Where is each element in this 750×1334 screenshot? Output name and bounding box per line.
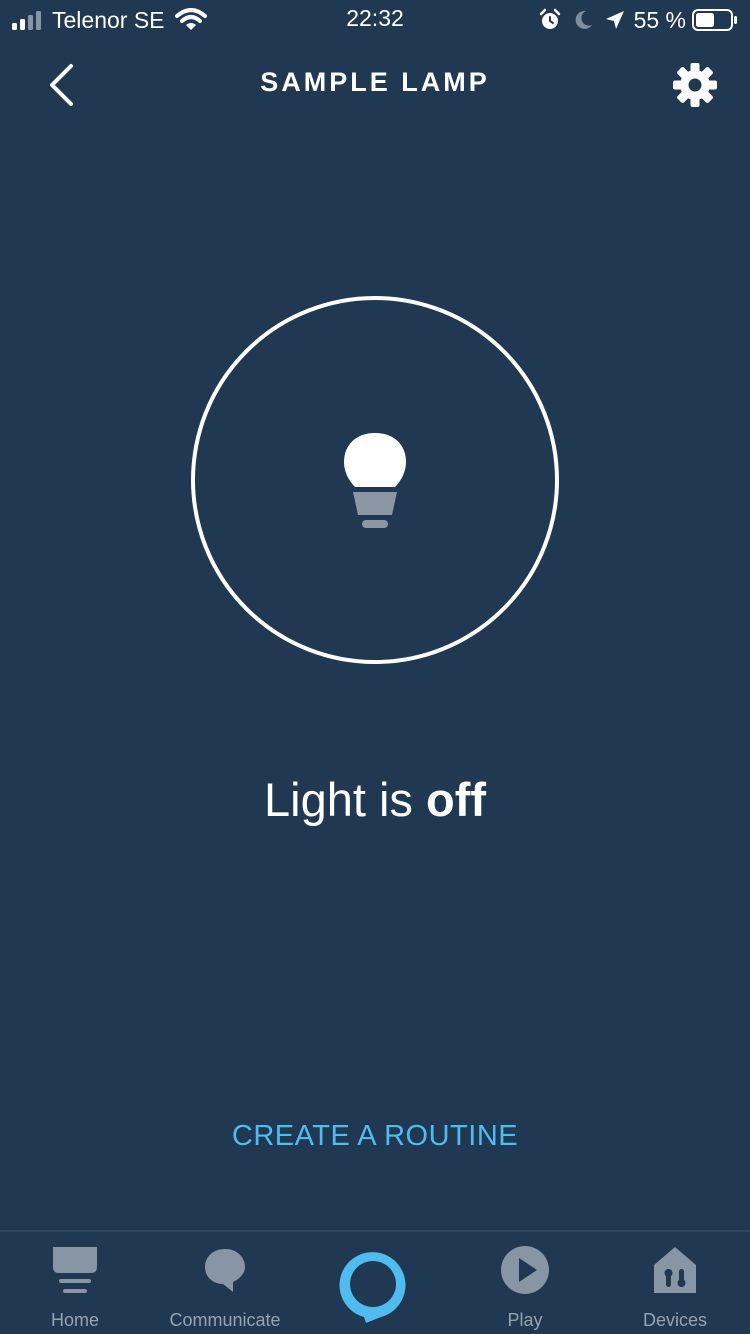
light-status-prefix: Light is xyxy=(264,773,426,826)
lightbulb-icon xyxy=(344,433,406,528)
alarm-icon xyxy=(539,8,560,29)
create-routine-link[interactable]: CREATE A ROUTINE xyxy=(0,1120,750,1153)
battery-icon xyxy=(692,9,737,31)
tab-home[interactable]: Home xyxy=(0,1232,150,1334)
status-bar: Telenor SE 22:32 55 % xyxy=(0,0,750,40)
power-toggle-button[interactable] xyxy=(191,296,559,664)
tab-home-label: Home xyxy=(50,1310,99,1330)
nav-bar: SAMPLE LAMP xyxy=(0,40,750,130)
home-icon xyxy=(53,1247,97,1293)
settings-button[interactable] xyxy=(670,60,720,110)
light-status-value: off xyxy=(425,773,486,826)
status-right: 55 % xyxy=(538,5,738,35)
battery-percent: 55 % xyxy=(633,6,686,33)
page-title: SAMPLE LAMP xyxy=(260,67,490,97)
tab-bar: Home Communicate Play Devices xyxy=(0,1230,750,1334)
tab-alexa[interactable] xyxy=(331,1240,419,1328)
gear-icon xyxy=(673,63,717,107)
tab-play[interactable]: Play xyxy=(450,1232,600,1334)
tab-communicate[interactable]: Communicate xyxy=(150,1232,300,1334)
play-icon xyxy=(501,1246,549,1294)
tab-play-label: Play xyxy=(507,1310,543,1330)
light-status-text: Light is off xyxy=(0,772,750,827)
tab-communicate-label: Communicate xyxy=(169,1310,281,1330)
speech-bubble-icon xyxy=(205,1249,245,1292)
tab-devices[interactable]: Devices xyxy=(600,1232,750,1334)
devices-icon xyxy=(654,1247,696,1293)
location-icon xyxy=(605,11,624,29)
moon-icon xyxy=(575,10,592,29)
tab-devices-label: Devices xyxy=(642,1310,708,1330)
alexa-icon xyxy=(339,1252,406,1323)
